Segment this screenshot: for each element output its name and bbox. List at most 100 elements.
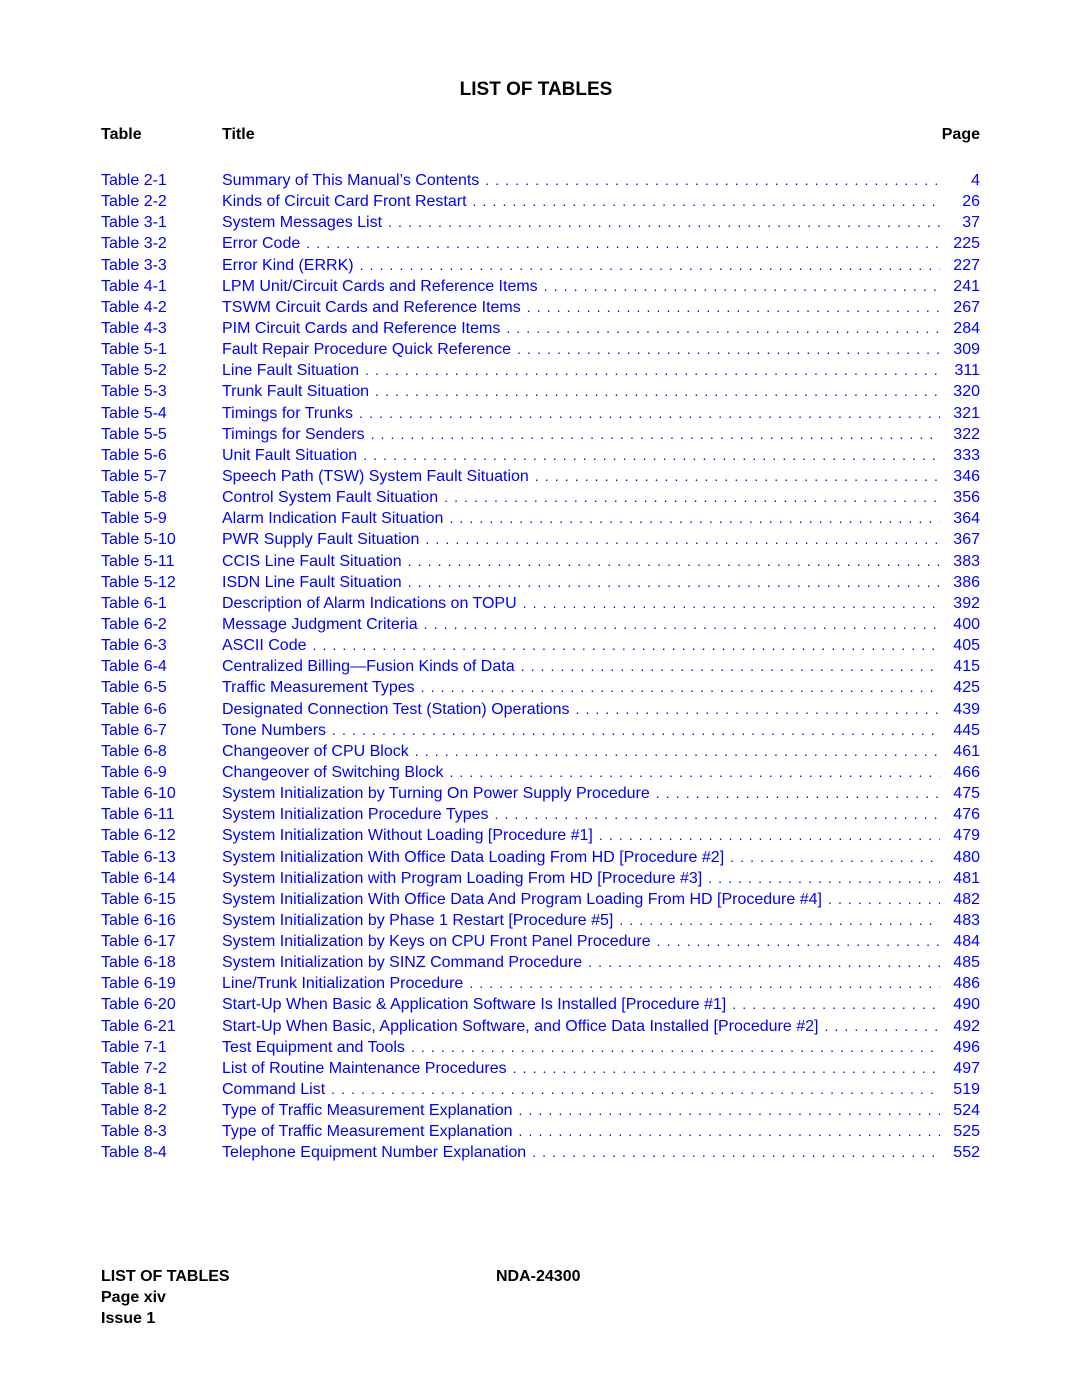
title-cell[interactable]: List of Routine Maintenance Procedures: [222, 1058, 940, 1079]
toc-entry-link[interactable]: Table 6-9Changeover of Switching Block 46…: [101, 762, 980, 783]
title-cell[interactable]: Timings for Trunks: [222, 403, 940, 424]
table-title[interactable]: System Messages List: [222, 212, 388, 233]
table-number[interactable]: Table 2-2: [101, 191, 222, 212]
title-cell[interactable]: System Initialization With Office Data L…: [222, 847, 940, 868]
table-number[interactable]: Table 5-7: [101, 466, 222, 487]
toc-entry-link[interactable]: Table 5-12ISDN Line Fault Situation 386: [101, 572, 980, 593]
table-title[interactable]: Unit Fault Situation: [222, 445, 363, 466]
table-number[interactable]: Table 3-3: [101, 255, 222, 276]
table-title[interactable]: Kinds of Circuit Card Front Restart: [222, 191, 473, 212]
title-cell[interactable]: Command List: [222, 1079, 940, 1100]
table-title[interactable]: Command List: [222, 1079, 331, 1100]
table-number[interactable]: Table 6-15: [101, 889, 222, 910]
table-title[interactable]: Type of Traffic Measurement Explanation: [222, 1121, 519, 1142]
table-title[interactable]: TSWM Circuit Cards and Reference Items: [222, 297, 527, 318]
title-cell[interactable]: System Initialization with Program Loadi…: [222, 868, 940, 889]
title-cell[interactable]: Unit Fault Situation: [222, 445, 940, 466]
table-number[interactable]: Table 5-2: [101, 360, 222, 381]
toc-entry-link[interactable]: Table 8-3 Type of Traffic Measurement Exp…: [101, 1121, 980, 1142]
table-number[interactable]: Table 6-14: [101, 868, 222, 889]
table-number[interactable]: Table 6-21: [101, 1016, 222, 1037]
toc-entry-link[interactable]: Table 6-1 Description of Alarm Indication…: [101, 593, 980, 614]
toc-entry-link[interactable]: Table 6-14 System Initialization with Pro…: [101, 868, 980, 889]
table-number[interactable]: Table 6-9: [101, 762, 222, 783]
page-number[interactable]: 486: [940, 973, 980, 994]
toc-entry-link[interactable]: Table 5-2Line Fault Situation 311: [101, 360, 980, 381]
page-number[interactable]: 346: [940, 466, 980, 487]
table-number[interactable]: Table 6-2: [101, 614, 222, 635]
table-title[interactable]: Start-Up When Basic, Application Softwar…: [222, 1016, 824, 1037]
table-number[interactable]: Table 3-2: [101, 233, 222, 254]
page-number[interactable]: 309: [940, 339, 980, 360]
page-number[interactable]: 227: [940, 255, 980, 276]
table-title[interactable]: Message Judgment Criteria: [222, 614, 424, 635]
toc-entry-link[interactable]: Table 6-2Message Judgment Criteria 400: [101, 614, 980, 635]
page-number[interactable]: 484: [940, 931, 980, 952]
table-number[interactable]: Table 6-8: [101, 741, 222, 762]
table-number[interactable]: Table 6-7: [101, 720, 222, 741]
page-number[interactable]: 476: [940, 804, 980, 825]
page-number[interactable]: 479: [940, 825, 980, 846]
table-title[interactable]: Centralized Billing—Fusion Kinds of Data: [222, 656, 521, 677]
table-title[interactable]: System Initialization by SINZ Command Pr…: [222, 952, 588, 973]
table-number[interactable]: Table 6-19: [101, 973, 222, 994]
page-number[interactable]: 439: [940, 699, 980, 720]
page-number[interactable]: 483: [940, 910, 980, 931]
title-cell[interactable]: Timings for Senders: [222, 424, 940, 445]
toc-entry-link[interactable]: Table 5-5Timings for Senders 322: [101, 424, 980, 445]
page-number[interactable]: 481: [940, 868, 980, 889]
table-number[interactable]: Table 5-1: [101, 339, 222, 360]
table-number[interactable]: Table 3-1: [101, 212, 222, 233]
table-number[interactable]: Table 6-1: [101, 593, 222, 614]
title-cell[interactable]: Type of Traffic Measurement Explanation: [222, 1100, 940, 1121]
title-cell[interactable]: Line Fault Situation: [222, 360, 940, 381]
table-title[interactable]: Type of Traffic Measurement Explanation: [222, 1100, 519, 1121]
table-title[interactable]: Timings for Trunks: [222, 403, 359, 424]
toc-entry-link[interactable]: Table 5-11CCIS Line Fault Situation 383: [101, 551, 980, 572]
toc-entry-link[interactable]: Table 6-3ASCII Code 405: [101, 635, 980, 656]
table-number[interactable]: Table 6-6: [101, 699, 222, 720]
page-number[interactable]: 26: [940, 191, 980, 212]
page-number[interactable]: 364: [940, 508, 980, 529]
toc-entry-link[interactable]: Table 5-9 Alarm Indication Fault Situatio…: [101, 508, 980, 529]
table-number[interactable]: Table 6-5: [101, 677, 222, 698]
table-title[interactable]: Timings for Senders: [222, 424, 371, 445]
table-title[interactable]: System Initialization With Office Data L…: [222, 847, 730, 868]
page-number[interactable]: 322: [940, 424, 980, 445]
table-number[interactable]: Table 8-3: [101, 1121, 222, 1142]
table-title[interactable]: PWR Supply Fault Situation: [222, 529, 425, 550]
title-cell[interactable]: System Initialization by Phase 1 Restart…: [222, 910, 940, 931]
toc-entry-link[interactable]: Table 6-21 Start-Up When Basic, Applicati…: [101, 1016, 980, 1037]
table-title[interactable]: Tone Numbers: [222, 720, 332, 741]
title-cell[interactable]: Summary of This Manual’s Contents: [222, 170, 940, 191]
title-cell[interactable]: Tone Numbers: [222, 720, 940, 741]
table-title[interactable]: System Initialization by Phase 1 Restart…: [222, 910, 619, 931]
page-number[interactable]: 425: [940, 677, 980, 698]
table-number[interactable]: Table 4-3: [101, 318, 222, 339]
toc-entry-link[interactable]: Table 3-3Error Kind (ERRK) 227: [101, 255, 980, 276]
table-title[interactable]: ISDN Line Fault Situation: [222, 572, 408, 593]
table-number[interactable]: Table 5-3: [101, 381, 222, 402]
title-cell[interactable]: Telephone Equipment Number Explanation: [222, 1142, 940, 1163]
page-number[interactable]: 405: [940, 635, 980, 656]
table-number[interactable]: Table 5-12: [101, 572, 222, 593]
toc-entry-link[interactable]: Table 6-11 System Initialization Procedur…: [101, 804, 980, 825]
page-number[interactable]: 475: [940, 783, 980, 804]
toc-entry-link[interactable]: Table 6-16 System Initialization by Phase…: [101, 910, 980, 931]
title-cell[interactable]: Type of Traffic Measurement Explanation: [222, 1121, 940, 1142]
page-number[interactable]: 482: [940, 889, 980, 910]
table-number[interactable]: Table 8-4: [101, 1142, 222, 1163]
page-number[interactable]: 311: [940, 360, 980, 381]
table-title[interactable]: Designated Connection Test (Station) Ope…: [222, 699, 575, 720]
table-title[interactable]: Error Kind (ERRK): [222, 255, 360, 276]
table-title[interactable]: System Initialization Procedure Types: [222, 804, 495, 825]
table-number[interactable]: Table 5-5: [101, 424, 222, 445]
table-number[interactable]: Table 6-10: [101, 783, 222, 804]
toc-entry-link[interactable]: Table 8-1Command List 519: [101, 1079, 980, 1100]
table-number[interactable]: Table 6-16: [101, 910, 222, 931]
page-number[interactable]: 519: [940, 1079, 980, 1100]
table-title[interactable]: System Initialization Without Loading [P…: [222, 825, 599, 846]
title-cell[interactable]: System Initialization by SINZ Command Pr…: [222, 952, 940, 973]
toc-entry-link[interactable]: Table 8-4 Telephone Equipment Number Expl…: [101, 1142, 980, 1163]
page-number[interactable]: 367: [940, 529, 980, 550]
